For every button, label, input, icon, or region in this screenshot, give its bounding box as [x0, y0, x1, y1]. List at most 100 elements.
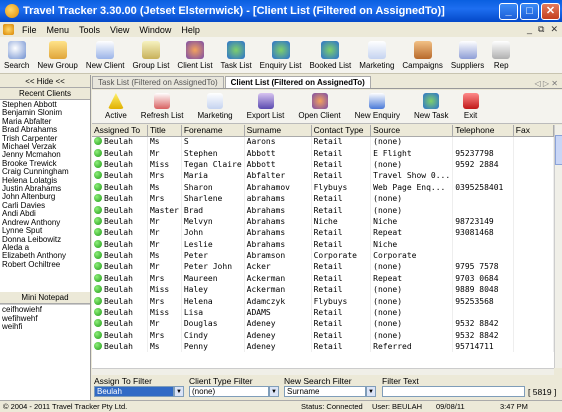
- table-row[interactable]: Beulah Mr Leslie Abrahams Retail Niche: [92, 238, 554, 250]
- table-row[interactable]: Beulah Mrs Maureen Ackerman Retail Repeat 9703…: [92, 272, 554, 285]
- menu-file[interactable]: File: [17, 25, 42, 35]
- grid-vertical-scrollbar[interactable]: [554, 125, 562, 368]
- minimize-button[interactable]: _: [499, 2, 518, 20]
- table-cell: 0395258401: [452, 181, 514, 193]
- new-search-filter-select[interactable]: Surname: [284, 386, 366, 397]
- table-row[interactable]: Beulah Mr John Abrahams Retail Repeat 93081468: [92, 227, 554, 239]
- column-header[interactable]: Telephone: [452, 125, 514, 137]
- open-client-button[interactable]: Open Client: [291, 93, 347, 123]
- table-row[interactable]: Beulah Ms Peter Abramson Corporate Corporate: [92, 249, 554, 262]
- table-row[interactable]: Beulah Miss Lisa ADAMS Retail (none): [92, 306, 554, 319]
- marketing-list-button[interactable]: Marketing: [190, 93, 239, 123]
- filter-text-input[interactable]: [382, 386, 525, 397]
- assigned-to-value: Beulah: [104, 159, 133, 169]
- new-client-button[interactable]: New Client: [82, 41, 129, 73]
- tab-navigation[interactable]: ◁ ▷ ✕: [535, 79, 562, 88]
- table-row[interactable]: Beulah Mrs Sharlene abrahams Retail (none): [92, 192, 554, 205]
- table-cell: Penny: [181, 341, 245, 353]
- export-list-button[interactable]: Export List: [240, 93, 292, 123]
- table-cell: Retail: [311, 192, 372, 205]
- column-header[interactable]: Assigned To: [92, 125, 148, 137]
- user-status: User: BEULAH: [372, 402, 423, 411]
- table-row[interactable]: Beulah Mr Melvyn Abrahams Niche Niche 98723149: [92, 215, 554, 228]
- refresh-list-button[interactable]: Refresh List: [134, 93, 191, 123]
- table-cell: (none): [370, 261, 454, 273]
- chevron-down-icon[interactable]: ▼: [174, 386, 184, 397]
- table-cell: Referred: [370, 341, 454, 353]
- client-list-button[interactable]: Client List: [173, 41, 216, 73]
- menu-window[interactable]: Window: [134, 25, 176, 35]
- menu-view[interactable]: View: [105, 25, 134, 35]
- table-row[interactable]: Beulah Mr Douglas Adeney Retail (none) 9532 88…: [92, 318, 554, 330]
- chevron-down-icon[interactable]: ▼: [366, 386, 376, 397]
- marketing-button[interactable]: Marketing: [355, 41, 398, 73]
- column-header[interactable]: Contact Type: [311, 125, 372, 137]
- table-cell: Mr: [147, 215, 182, 228]
- column-header[interactable]: Title: [147, 125, 182, 137]
- hide-panel-button[interactable]: << Hide <<: [0, 75, 90, 88]
- table-row[interactable]: Beulah Master Brad Abrahams Retail (none): [92, 204, 554, 216]
- booked-list-button[interactable]: Booked List: [305, 41, 355, 73]
- table-cell: [513, 284, 554, 296]
- table-row[interactable]: Beulah Ms S Aarons Retail (none): [92, 136, 554, 148]
- new-task-button[interactable]: New Task: [407, 93, 456, 123]
- enquiry-list-button[interactable]: Enquiry List: [256, 41, 306, 73]
- table-cell: Douglas: [181, 318, 245, 330]
- table-cell: Maria: [181, 170, 245, 182]
- tab-task-list[interactable]: Task List (Filtered on AssignedTo): [92, 76, 224, 88]
- mdi-close-button[interactable]: ✕: [550, 24, 558, 35]
- table-row[interactable]: Beulah Mr Peter John Acker Retail (none) 9795 …: [92, 261, 554, 273]
- table-cell: Mr: [147, 261, 182, 273]
- chevron-down-icon[interactable]: ▼: [269, 386, 279, 397]
- suppliers-button[interactable]: Suppliers: [447, 41, 488, 73]
- mdi-restore-button[interactable]: ⧉: [538, 24, 544, 35]
- scroll-thumb[interactable]: [555, 135, 562, 165]
- column-header[interactable]: Fax: [513, 125, 554, 137]
- table-cell: Abfalter: [244, 170, 312, 182]
- table-cell: (none): [370, 295, 454, 307]
- menu-help[interactable]: Help: [176, 25, 205, 35]
- table-row[interactable]: Beulah Miss Tegan Claire Abbott Retail (none)…: [92, 158, 554, 171]
- mini-notepad-textarea[interactable]: ceifhowiehf wefihwehf weihfi: [0, 304, 90, 404]
- assigned-to-value: Beulah: [104, 342, 133, 352]
- new-enquiry-button[interactable]: New Enquiry: [348, 93, 407, 123]
- group-list-button[interactable]: Group List: [129, 41, 174, 73]
- column-header[interactable]: Surname: [244, 125, 312, 137]
- campaigns-button[interactable]: Campaigns: [398, 41, 446, 73]
- reports-button[interactable]: Rep: [488, 41, 514, 73]
- search-button[interactable]: Search: [0, 41, 33, 73]
- status-dot-icon: [94, 137, 102, 146]
- table-cell: Ackerman: [244, 272, 312, 285]
- table-cell: Ms: [147, 181, 182, 193]
- maximize-button[interactable]: □: [520, 2, 539, 20]
- active-button[interactable]: Active: [98, 93, 134, 123]
- new-group-button[interactable]: New Group: [33, 41, 81, 73]
- table-cell: [513, 238, 554, 250]
- table-cell: Corporate: [370, 249, 454, 262]
- exit-button[interactable]: Exit: [456, 93, 486, 123]
- grid-horizontal-scrollbar[interactable]: [92, 368, 554, 375]
- close-button[interactable]: ✕: [541, 2, 560, 20]
- table-cell: Beulah: [92, 238, 148, 250]
- table-row[interactable]: Beulah Ms Penny Adeney Retail Referred 9571471…: [92, 341, 554, 353]
- assigned-to-value: Beulah: [104, 319, 133, 329]
- table-row[interactable]: Beulah Mrs Cindy Adeney Retail (none) 9532 884…: [92, 329, 554, 342]
- table-row[interactable]: Beulah Mrs Maria Abfalter Retail Travel Show …: [92, 170, 554, 182]
- refresh-icon: [154, 93, 171, 109]
- recent-client-item[interactable]: Robert Ochiltree: [2, 260, 88, 269]
- menu-tools[interactable]: Tools: [74, 25, 105, 35]
- client-type-filter-select[interactable]: (none): [189, 386, 269, 397]
- assign-to-filter-select[interactable]: Beulah: [94, 386, 174, 397]
- mdi-minimize-button[interactable]: _: [527, 24, 532, 35]
- column-header[interactable]: Forename: [181, 125, 245, 137]
- table-row[interactable]: Beulah Mr Stephen Abbott Retail E Flight 95237…: [92, 147, 554, 159]
- tab-client-list[interactable]: Client List (Filtered on AssignedTo): [224, 76, 371, 88]
- table-cell: Retail: [311, 306, 372, 319]
- task-list-button[interactable]: Task List: [217, 41, 256, 73]
- table-row[interactable]: Beulah Miss Haley Ackerman Retail (none) 9889 …: [92, 284, 554, 296]
- menu-menu[interactable]: Menu: [42, 25, 75, 35]
- table-row[interactable]: Beulah Ms Sharon Abrahamov Flybuys Web Page E…: [92, 181, 554, 193]
- table-row[interactable]: Beulah Mrs Helena Adamczyk Flybuys (none) 9525…: [92, 295, 554, 307]
- column-header[interactable]: Source: [370, 125, 454, 137]
- status-time: 3:47 PM: [500, 402, 528, 411]
